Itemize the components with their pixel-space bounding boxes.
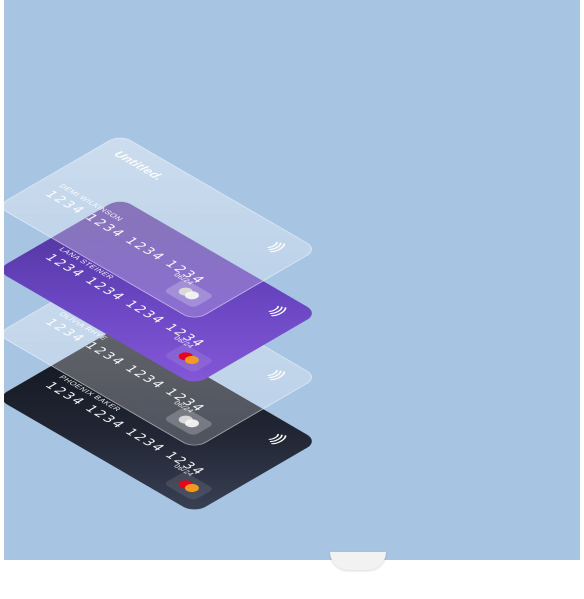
contactless-icon	[261, 366, 291, 383]
contactless-icon	[261, 238, 291, 255]
contactless-icon	[263, 430, 293, 447]
mastercard-icon	[163, 471, 215, 501]
mastercard-icon	[163, 343, 215, 373]
card-stack-scene: PHOENIX BAKER 1234 1234 1234 1234 06/24	[4, 0, 580, 560]
contactless-icon	[263, 302, 293, 319]
card-stack: PHOENIX BAKER 1234 1234 1234 1234 06/24	[4, 0, 580, 560]
card-brand-logo: Untitled.	[110, 149, 168, 183]
mastercard-icon	[163, 278, 215, 309]
mastercard-icon	[163, 406, 215, 437]
bottom-tab-decoration	[330, 552, 386, 570]
